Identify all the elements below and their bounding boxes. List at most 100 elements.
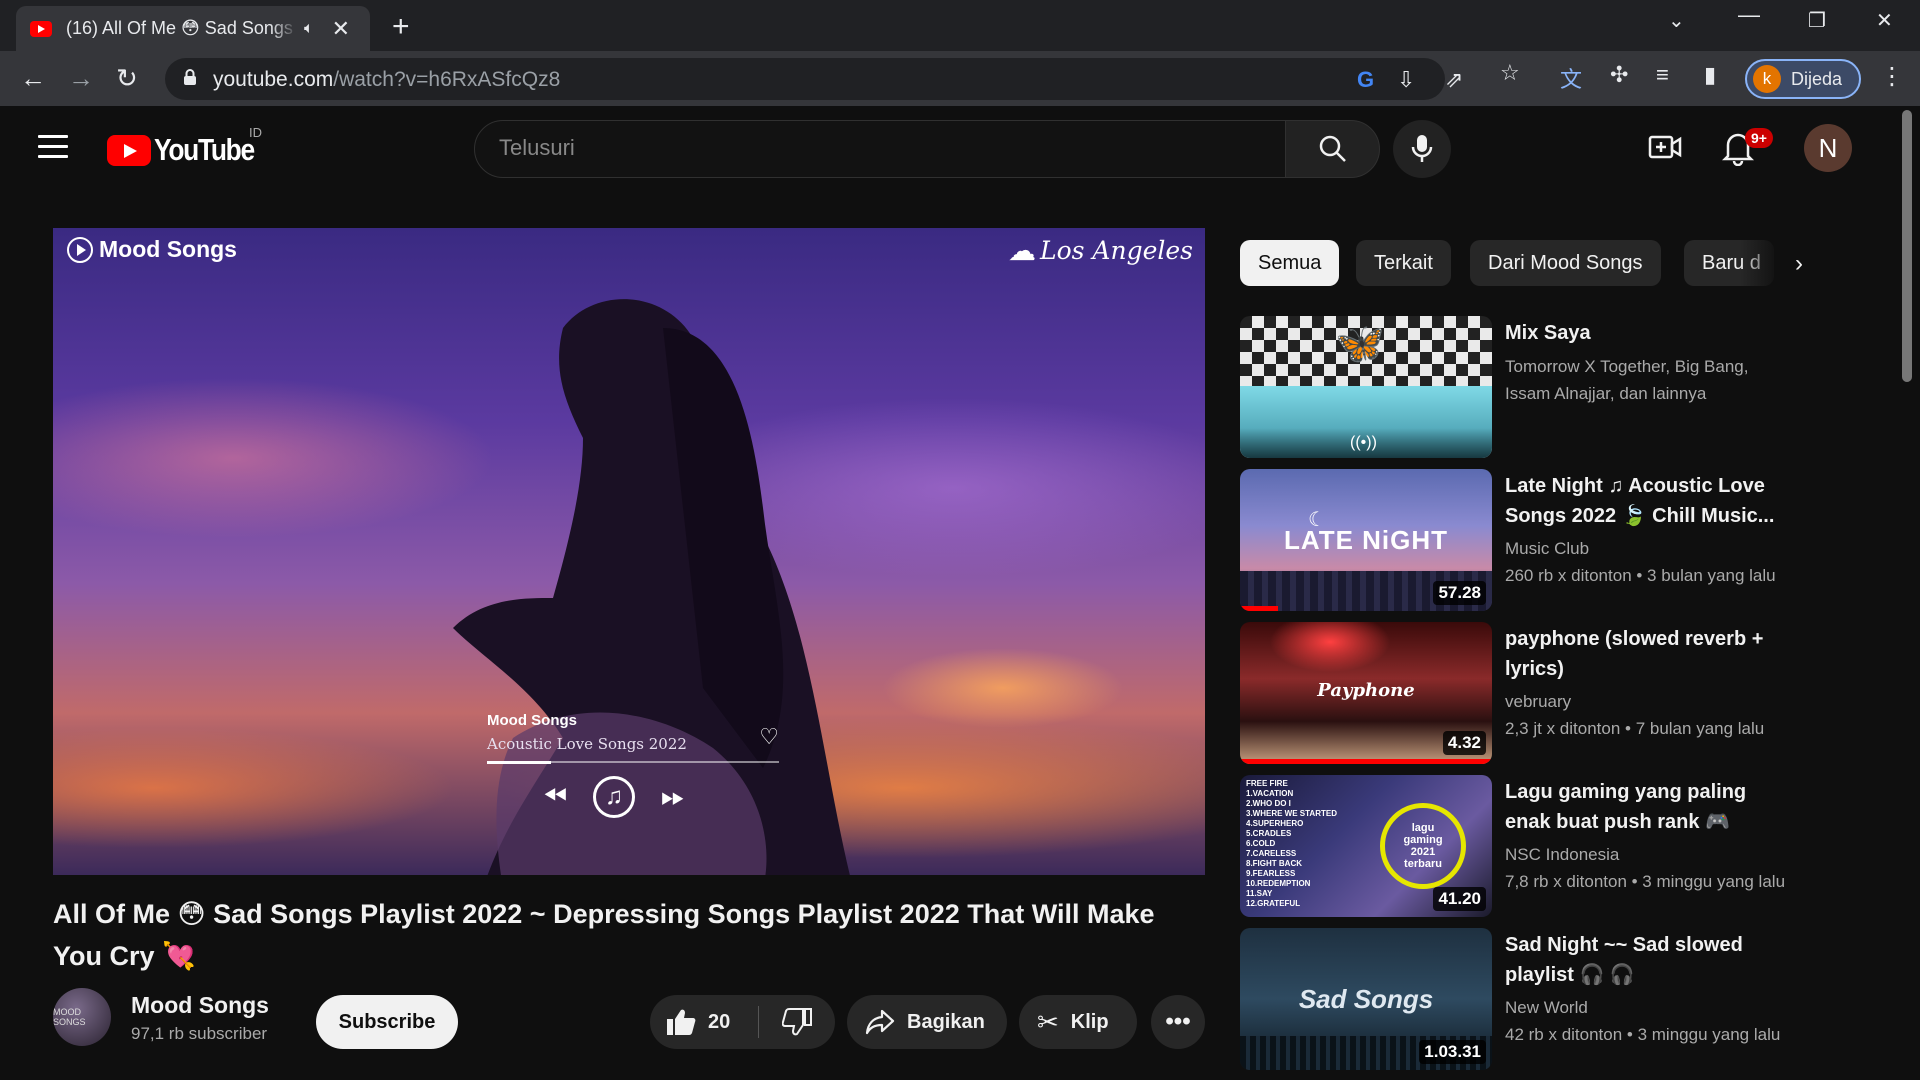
extensions-puzzle-icon[interactable]: ✣ [1610, 62, 1628, 88]
microphone-icon [1411, 135, 1433, 162]
media-queue-icon[interactable]: ≡ [1656, 62, 1669, 88]
subscribe-button[interactable]: Subscribe [316, 995, 458, 1049]
music-card-subtitle: Acoustic Love Songs 2022 [487, 735, 687, 753]
subscriber-count: 97,1 rb subscriber [131, 1024, 268, 1043]
forward-icon[interactable]: → [68, 63, 94, 94]
browser-menu-icon[interactable]: ⋮ [1880, 62, 1904, 91]
profile-avatar: k [1753, 65, 1781, 93]
more-actions-button[interactable]: ••• [1151, 995, 1205, 1049]
hamburger-menu-icon[interactable] [38, 135, 68, 159]
recommendation-item[interactable]: ☾ LATE NiGHT 57.28 Late Night ♫ Acoustic… [1240, 469, 1800, 611]
music-note-icon: ♫ [593, 776, 635, 818]
watch-progress [1240, 759, 1492, 764]
window-close-icon[interactable]: ✕ [1876, 8, 1893, 33]
recommendation-channel: NSC Indonesia [1505, 845, 1620, 864]
rewind-icon: ⏪︎ [543, 780, 567, 813]
recommendation-channel: Tomorrow X Together, Big Bang, Issam Aln… [1505, 357, 1749, 403]
brand-play-icon [67, 236, 93, 263]
chip-dari-mood-songs[interactable]: Dari Mood Songs [1470, 240, 1661, 286]
restore-icon[interactable]: ❐ [1808, 8, 1826, 33]
close-tab-icon[interactable]: ✕ [332, 16, 350, 42]
recommendation-thumbnail[interactable]: FREE FIRE 1.VACATION 2.WHO DO I 3.WHERE … [1240, 775, 1492, 917]
watch-progress [1240, 606, 1278, 611]
chips-next-chevron-icon[interactable]: › [1795, 250, 1803, 278]
side-panel-icon[interactable]: ▮ [1704, 62, 1716, 88]
tab-title: (16) All Of Me 😳 Sad Songs [66, 18, 293, 38]
share-label: Bagikan [907, 1010, 985, 1033]
more-horizontal-icon: ••• [1165, 1008, 1191, 1035]
minimize-icon[interactable]: — [1738, 2, 1760, 28]
search-input[interactable] [499, 135, 1239, 161]
tab-search-chevron-icon[interactable]: ⌄ [1668, 8, 1685, 33]
channel-avatar[interactable]: MOOD SONGS [53, 988, 111, 1046]
notification-badge: 9+ [1745, 128, 1773, 148]
recommendation-item[interactable]: Payphone 4.32 payphone (slowed reverb + … [1240, 622, 1800, 764]
browser-toolbar: ← → ↻ youtube.com/watch?v=h6RxASfcQz8 G … [0, 51, 1920, 106]
new-tab-icon[interactable]: + [392, 10, 410, 44]
music-card-progress [487, 761, 779, 764]
audio-playing-icon[interactable]: 🔈︎ [304, 20, 314, 38]
profile-button[interactable]: k Dijeda [1745, 59, 1861, 99]
recommendation-item[interactable]: ((•)) 🦋 Mix Saya Tomorrow X Together, Bi… [1240, 316, 1800, 458]
chip-semua[interactable]: Semua [1240, 240, 1340, 286]
chip-terkait[interactable]: Terkait [1356, 240, 1451, 286]
recommendation-meta: 42 rb x ditonton • 3 minggu yang lalu [1505, 1025, 1781, 1044]
search-button[interactable] [1285, 120, 1380, 178]
voice-search-button[interactable] [1393, 120, 1451, 178]
recommendation-meta: 2,3 jt x ditonton • 7 bulan yang lalu [1505, 719, 1765, 738]
cloud-icon: ☁ [1007, 234, 1036, 267]
search-box [474, 120, 1286, 178]
clip-label: Klip [1070, 1010, 1109, 1033]
account-avatar[interactable]: N [1804, 124, 1852, 172]
url-host: youtube.com [213, 68, 334, 91]
channel-name[interactable]: Mood Songs [131, 992, 269, 1019]
like-dislike-group: 20 [650, 995, 835, 1049]
recommendation-item[interactable]: Sad Songs 1.03.31 Sad Night ~~ Sad slowe… [1240, 928, 1800, 1070]
video-title: All Of Me 😳 Sad Songs Playlist 2022 ~ De… [53, 899, 1155, 971]
recommendation-title[interactable]: Sad Night ~~ Sad slowed playlist 🎧 🎧 [1505, 930, 1795, 990]
bookmark-star-icon[interactable]: ☆ [1500, 60, 1520, 86]
recommendation-thumbnail[interactable]: ((•)) 🦋 [1240, 316, 1492, 458]
clip-button[interactable]: ✂ Klip [1019, 995, 1137, 1049]
thumbnail-tracklist: FREE FIRE 1.VACATION 2.WHO DO I 3.WHERE … [1246, 779, 1337, 908]
share-button[interactable]: Bagikan [847, 995, 1007, 1049]
video-player[interactable]: Mood Songs ☁ Los Angeles Mood Songs Acou… [53, 228, 1205, 875]
back-icon[interactable]: ← [20, 63, 46, 94]
recommendation-thumbnail[interactable]: Payphone 4.32 [1240, 622, 1492, 764]
thumbnail-text: Sad Songs [1298, 984, 1434, 1014]
recommendation-thumbnail[interactable]: Sad Songs 1.03.31 [1240, 928, 1492, 1070]
recommendation-thumbnail[interactable]: ☾ LATE NiGHT 57.28 [1240, 469, 1492, 611]
google-lens-icon[interactable]: G [1357, 67, 1374, 93]
recommendation-title[interactable]: Lagu gaming yang paling enak buat push r… [1505, 777, 1795, 837]
music-card-controls: ⏪︎ ♫ ⏩︎ [543, 776, 685, 818]
recommendation-channel: Music Club [1505, 539, 1590, 558]
youtube-wordmark: YouTube [154, 132, 255, 167]
video-brand-text: Mood Songs [99, 236, 237, 262]
install-app-icon[interactable]: ⇩ [1397, 67, 1415, 93]
like-button[interactable]: 20 [650, 995, 758, 1049]
youtube-favicon-icon [30, 20, 52, 37]
reload-icon[interactable]: ↻ [116, 63, 138, 94]
profile-label: Dijeda [1791, 68, 1843, 89]
browser-tab[interactable]: (16) All Of Me 😳 Sad Songs 🔈︎ ✕ [16, 6, 370, 51]
thumbnail-text: LATE NiGHT [1283, 525, 1449, 555]
region-code: ID [249, 125, 262, 140]
music-card-overlay: Mood Songs Acoustic Love Songs 2022 ♡ [487, 712, 779, 764]
duration-badge: 4.32 [1442, 731, 1486, 755]
recommendation-title[interactable]: payphone (slowed reverb + lyrics) [1505, 624, 1795, 684]
youtube-logo[interactable]: YouTube [107, 132, 272, 168]
address-bar[interactable]: youtube.com/watch?v=h6RxASfcQz8 G ⇩ ⇗ [165, 58, 1463, 100]
share-arrow-icon [865, 1009, 895, 1035]
recommendation-title[interactable]: Mix Saya [1505, 318, 1795, 348]
channel-avatar-text: MOOD SONGS [53, 1007, 86, 1027]
browser-tabstrip: (16) All Of Me 😳 Sad Songs 🔈︎ ✕ + ⌄ — ❐ … [0, 0, 1920, 51]
create-video-icon[interactable] [1648, 132, 1682, 162]
translate-extension-icon[interactable]: 文 [1560, 62, 1582, 94]
recommendation-title[interactable]: Late Night ♫ Acoustic Love Songs 2022 🍃 … [1505, 471, 1795, 531]
recommendation-item[interactable]: FREE FIRE 1.VACATION 2.WHO DO I 3.WHERE … [1240, 775, 1800, 917]
lock-icon [184, 69, 196, 85]
wings-art: 🦋 [1335, 322, 1385, 366]
dislike-button[interactable] [759, 995, 835, 1049]
share-page-icon[interactable]: ⇗ [1445, 67, 1463, 93]
page-scrollbar[interactable] [1902, 110, 1912, 382]
